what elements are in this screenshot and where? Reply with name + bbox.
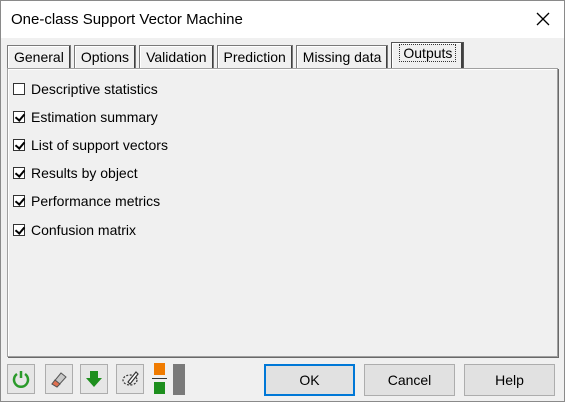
ok-button[interactable]: OK (264, 364, 355, 396)
green-block-icon (154, 382, 165, 394)
checkbox[interactable] (13, 167, 25, 179)
tab-label: Missing data (302, 49, 382, 65)
option-list-of-support-vectors[interactable]: List of support vectors (13, 135, 168, 155)
option-label: Performance metrics (31, 193, 161, 209)
option-descriptive-statistics[interactable]: Descriptive statistics (13, 79, 158, 99)
output-destination-indicator[interactable] (152, 363, 167, 395)
tab-label: Outputs (399, 44, 457, 62)
divider-line (152, 378, 167, 379)
tab-outputs[interactable]: Outputs (391, 42, 465, 69)
reset-icon (12, 371, 30, 388)
tab-strip: General Options Validation Prediction Mi… (7, 42, 467, 69)
gray-bar-icon (173, 364, 185, 395)
tab-label: General (14, 49, 64, 65)
option-label: Descriptive statistics (31, 81, 158, 97)
ok-label: OK (299, 372, 320, 388)
option-label: List of support vectors (31, 137, 168, 153)
option-estimation-summary[interactable]: Estimation summary (13, 107, 158, 127)
tab-missing-data[interactable]: Missing data (295, 45, 389, 68)
checkbox[interactable] (13, 111, 25, 123)
tab-options[interactable]: Options (73, 45, 137, 68)
tab-label: Validation (146, 49, 207, 65)
cancel-label: Cancel (387, 372, 432, 388)
tab-label: Options (80, 49, 130, 65)
checkbox[interactable] (13, 224, 25, 236)
option-label: Results by object (31, 165, 138, 181)
title-bar: One-class Support Vector Machine (1, 1, 564, 38)
option-label: Confusion matrix (31, 222, 137, 238)
help-label: Help (495, 372, 524, 388)
tab-label: Prediction (223, 49, 286, 65)
close-icon (536, 12, 550, 26)
checkbox[interactable] (13, 83, 25, 95)
clear-button[interactable] (45, 364, 73, 394)
pen-selection-icon (122, 371, 139, 386)
selection-button[interactable] (116, 364, 144, 394)
checkbox[interactable] (13, 195, 25, 207)
tab-general[interactable]: General (7, 45, 71, 68)
option-results-by-object[interactable]: Results by object (13, 163, 138, 183)
help-button[interactable]: Help (464, 364, 555, 396)
tab-prediction[interactable]: Prediction (216, 45, 293, 68)
option-performance-metrics[interactable]: Performance metrics (13, 191, 160, 211)
option-label: Estimation summary (31, 109, 158, 125)
dialog-window: One-class Support Vector Machine General… (0, 0, 565, 402)
move-down-button[interactable] (80, 364, 108, 394)
outputs-panel: Descriptive statistics Estimation summar… (7, 68, 558, 357)
orange-block-icon (154, 363, 165, 375)
close-button[interactable] (528, 5, 558, 33)
tab-validation[interactable]: Validation (139, 45, 214, 68)
download-arrow-icon (86, 371, 102, 387)
cancel-button[interactable]: Cancel (364, 364, 455, 396)
reset-button[interactable] (7, 364, 35, 394)
option-confusion-matrix[interactable]: Confusion matrix (13, 220, 136, 240)
window-title: One-class Support Vector Machine (11, 11, 243, 28)
eraser-icon (51, 372, 67, 388)
checkbox[interactable] (13, 139, 25, 151)
